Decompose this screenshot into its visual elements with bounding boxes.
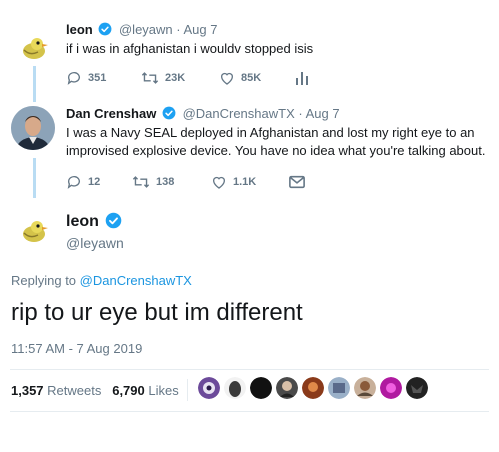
verified-badge-icon (106, 212, 122, 229)
tweet-actions: 12 138 1.1K (66, 174, 305, 190)
liker-avatar-icon[interactable] (224, 377, 246, 399)
reply-button[interactable]: 12 (66, 174, 132, 190)
profile-photo-icon (11, 106, 55, 150)
avatar[interactable] (11, 106, 55, 150)
author-name[interactable]: Dan Crenshaw (66, 106, 156, 121)
reply-count: 351 (88, 72, 107, 84)
avatar[interactable] (18, 215, 50, 247)
like-button[interactable]: 1.1K (211, 174, 289, 190)
retweet-count: 23K (165, 72, 186, 84)
main-tweet-text: rip to ur eye but im different (11, 299, 303, 326)
bird-avatar-icon (18, 32, 50, 64)
tweet-date[interactable]: Aug 7 (184, 22, 218, 37)
date-separator: · (298, 106, 306, 121)
author-name[interactable]: leon (66, 213, 99, 230)
like-button[interactable]: 85K (219, 70, 295, 86)
likes-count: 6,790 (112, 383, 145, 398)
tweet-leon[interactable]: leon @leyawn · Aug 7 if i was in afghani… (66, 22, 491, 58)
author-handle[interactable]: @DanCrenshawTX (183, 106, 295, 121)
liker-avatar-icon[interactable] (250, 377, 272, 399)
reply-count: 12 (88, 176, 101, 188)
author-handle[interactable]: @leyawn (66, 235, 124, 251)
liker-avatar-icon[interactable] (198, 377, 220, 399)
bird-avatar-icon (18, 215, 50, 247)
replying-prefix: Replying to (11, 273, 77, 288)
liker-avatar-icon[interactable] (406, 377, 428, 399)
verified-badge-icon (162, 106, 176, 120)
tweet-text: I was a Navy SEAL deployed in Afghanista… (66, 125, 486, 158)
divider (10, 369, 489, 370)
retweet-button[interactable]: 23K (141, 70, 219, 86)
retweets-count: 1,357 (11, 383, 44, 398)
tweet-dan-crenshaw[interactable]: Dan Crenshaw @DanCrenshawTX · Aug 7 I wa… (66, 106, 491, 160)
tweet-timestamp[interactable]: 11:57 AM - 7 Aug 2019 (11, 341, 142, 356)
like-icon (213, 176, 225, 189)
divider (10, 411, 489, 412)
engagement-stats: 1,357 Retweets 6,790 Likes (11, 379, 188, 401)
analytics-button[interactable] (295, 70, 309, 86)
replying-to: Replying to @DanCrenshawTX (11, 273, 192, 288)
retweet-icon (141, 72, 159, 84)
like-count: 85K (241, 72, 262, 84)
likes-stat[interactable]: 6,790 Likes (112, 383, 179, 398)
retweets-label: Retweets (47, 383, 102, 398)
reply-button[interactable]: 351 (66, 70, 141, 86)
author-handle[interactable]: @leyawn (119, 22, 173, 37)
thread-line-upper (33, 66, 36, 102)
date-separator: · (176, 22, 184, 37)
like-icon (221, 72, 233, 85)
avatar[interactable] (18, 32, 50, 64)
retweet-icon (132, 176, 150, 188)
reply-icon (67, 176, 80, 189)
tweet-text: if i was in afghanistan i wouldv stopped… (66, 41, 314, 56)
message-icon (289, 175, 305, 189)
main-author-name-row[interactable]: leon (66, 212, 125, 231)
liker-avatar-icon[interactable] (328, 377, 350, 399)
liker-avatar-icon[interactable] (276, 377, 298, 399)
replying-mention-link[interactable]: @DanCrenshawTX (80, 273, 192, 288)
stats-separator (187, 379, 188, 401)
reply-icon (67, 72, 80, 85)
tweet-date[interactable]: Aug 7 (306, 106, 340, 121)
retweets-stat[interactable]: 1,357 Retweets (11, 383, 101, 398)
verified-badge-icon (98, 22, 112, 36)
like-count: 1.1K (233, 176, 257, 188)
retweet-count: 138 (156, 176, 175, 188)
message-button[interactable] (289, 175, 305, 189)
retweet-button[interactable]: 138 (132, 174, 211, 190)
liker-avatars (198, 377, 428, 399)
thread-line-lower (33, 158, 36, 198)
tweet-actions: 351 23K 85K (66, 70, 309, 86)
liker-avatar-icon[interactable] (354, 377, 376, 399)
likes-label: Likes (148, 383, 179, 398)
analytics-icon (296, 72, 308, 85)
liker-avatar-icon[interactable] (302, 377, 324, 399)
liker-avatar-icon[interactable] (380, 377, 402, 399)
author-name[interactable]: leon (66, 22, 93, 37)
